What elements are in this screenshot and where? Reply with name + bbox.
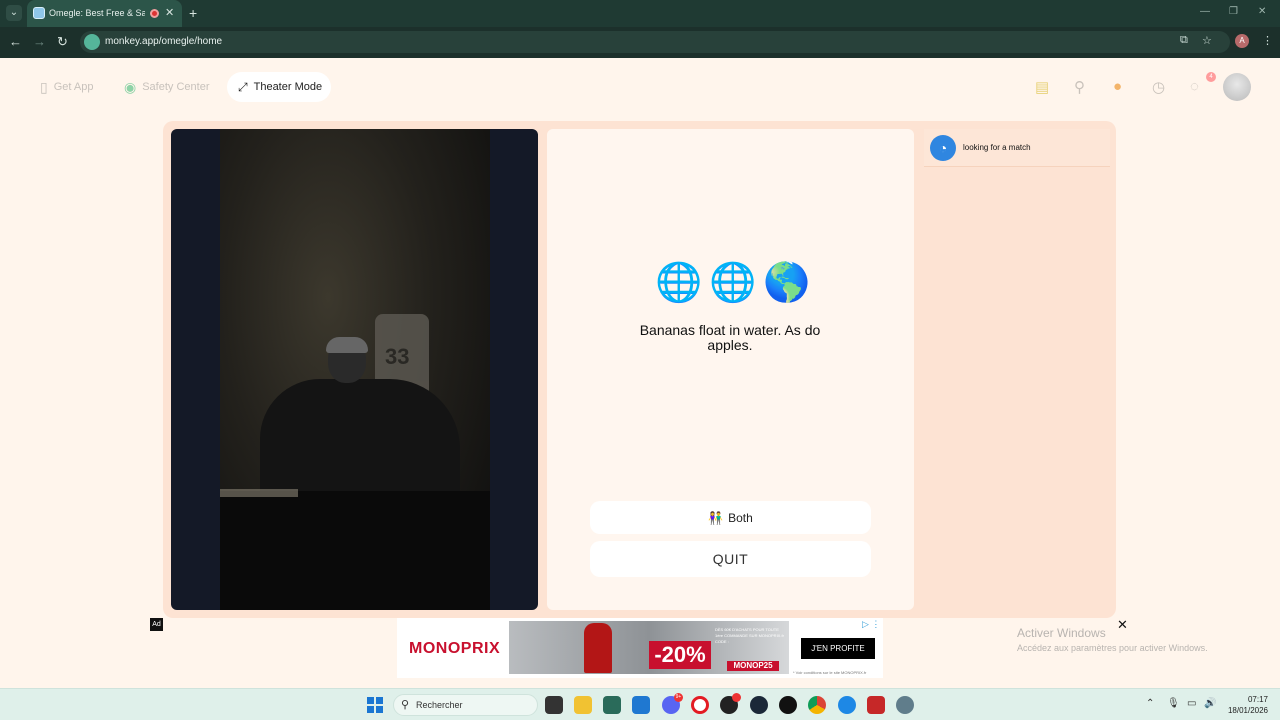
camera-image: 33	[220, 129, 490, 610]
theater-mode-button[interactable]: ⤢ Theater Mode	[227, 72, 331, 102]
browser-menu-icon[interactable]: ⋮	[1262, 34, 1273, 47]
volume-icon[interactable]: 🔊	[1204, 698, 1216, 709]
outlook-icon[interactable]	[632, 696, 650, 714]
ad-image: -20% DÈS 60€ D'ACHATS POUR TOUTE 1ère CO…	[509, 621, 789, 674]
steam-icon[interactable]	[750, 696, 768, 714]
tab-title: Omegle: Best Free & Safe V	[49, 8, 145, 18]
ad-model-figure	[584, 623, 612, 673]
ad-promo-code: MONOP25	[727, 661, 779, 671]
chrome-icon[interactable]	[808, 696, 826, 714]
local-video-feed: 33	[171, 129, 538, 610]
reload-icon[interactable]: ↻	[57, 34, 68, 50]
couple-icon: 👫	[708, 510, 724, 525]
profile-avatar[interactable]: A	[1235, 34, 1249, 48]
tray-overflow-icon[interactable]: ⌃	[1146, 698, 1154, 709]
media-player-icon[interactable]	[867, 696, 885, 714]
site-info-icon[interactable]	[84, 34, 100, 50]
get-app-label: Get App	[53, 81, 94, 93]
site-favicon-icon	[33, 7, 45, 19]
desk	[220, 491, 490, 610]
settings-icon[interactable]	[896, 696, 914, 714]
adchoices-icon[interactable]: ▷ ⋮	[862, 619, 880, 630]
ad-fine-print: DÈS 60€ D'ACHATS POUR TOUTE 1ère COMMAND…	[715, 627, 784, 644]
taskbar-search-placeholder: Rechercher	[416, 700, 463, 710]
new-tab-icon[interactable]: +	[189, 5, 197, 21]
history-icon[interactable]: ◷	[1152, 78, 1165, 96]
ad-banner[interactable]: MONOPRIX -20% DÈS 60€ D'ACHATS POUR TOUT…	[397, 618, 883, 678]
ad-brand-logo: MONOPRIX	[409, 640, 501, 657]
microphone-icon[interactable]: 🎙	[1167, 698, 1180, 709]
recording-indicator-icon	[150, 9, 159, 18]
theater-mode-label: Theater Mode	[253, 81, 323, 93]
app-badge	[732, 693, 741, 702]
opera-icon[interactable]	[691, 696, 709, 714]
taskbar-clock[interactable]: 07:17 18/01/2026	[1226, 694, 1268, 716]
search-icon: ⚲	[401, 699, 410, 711]
chatgpt-icon[interactable]	[779, 696, 797, 714]
globe-americas-icon: 🌎	[763, 262, 811, 304]
person-cap	[326, 337, 368, 353]
ad-cta-button[interactable]: J'EN PROFITE	[801, 638, 875, 659]
search-match-icon: ◔	[930, 135, 956, 161]
matching-panel: 🌐 🌐 🌎 Bananas float in water. As do appl…	[547, 129, 914, 610]
minimize-icon[interactable]: —	[1200, 6, 1210, 17]
browser-tab-bar: ⌄ Omegle: Best Free & Safe V ✕ + — ❐ ✕	[0, 0, 1280, 27]
windows-taskbar: ⚲ Rechercher 9+ ⌃ 🎙 ▭ 🔊 07:17 18/01/2026	[0, 688, 1280, 720]
clock-date: 18/01/2026	[1227, 706, 1268, 715]
activation-title: Activer Windows	[1017, 626, 1106, 640]
coins-icon[interactable]: ●	[1113, 78, 1122, 95]
safety-center-link[interactable]: ◉ Safety Center	[124, 72, 209, 102]
ad-legal-text: * Voir conditions sur le site MONOPRIX.f…	[793, 670, 867, 675]
ad-label: Ad	[150, 618, 163, 631]
tab-close-icon[interactable]: ✕	[165, 6, 174, 19]
user-avatar[interactable]	[1223, 73, 1251, 101]
get-app-link[interactable]: ▯ Get App	[40, 72, 93, 102]
quit-button[interactable]: QUIT	[590, 541, 871, 577]
gender-filter-label: Both	[728, 510, 753, 525]
free-ticket-icon[interactable]: ▤	[1035, 78, 1049, 96]
search-icon[interactable]: ⚲	[1074, 78, 1085, 96]
translate-icon[interactable]: ⧉	[1180, 34, 1188, 47]
globe-meridians-icon: 🌐	[655, 262, 703, 304]
task-view-icon[interactable]	[545, 696, 563, 714]
activation-subtitle: Accédez aux paramètres pour activer Wind…	[1017, 643, 1208, 653]
windows-activation-watermark: Activer Windows Accédez aux paramètres p…	[1017, 626, 1208, 653]
tab-search-dropdown-icon[interactable]: ⌄	[6, 5, 22, 21]
messages-icon[interactable]: ◌	[1190, 78, 1199, 95]
file-explorer-icon[interactable]	[574, 696, 592, 714]
window-close-icon[interactable]: ✕	[1258, 6, 1266, 17]
phone-icon: ▯	[40, 78, 48, 95]
store-icon[interactable]	[603, 696, 621, 714]
browser-app-icon[interactable]	[838, 696, 856, 714]
notification-badge: 4	[1206, 72, 1216, 82]
match-status-text: looking for a match	[963, 143, 1031, 152]
browser-toolbar: ← → ↻ monkey.app/omegle/home ⧉ ☆ A ⋮	[0, 27, 1280, 58]
bookmark-star-icon[interactable]: ☆	[1202, 34, 1212, 47]
clock-time: 07:17	[1247, 695, 1268, 704]
globe-meridians-icon: 🌐	[709, 262, 757, 304]
address-bar[interactable]: monkey.app/omegle/home	[80, 31, 1230, 53]
safety-center-label: Safety Center	[142, 81, 210, 93]
browser-tab[interactable]: Omegle: Best Free & Safe V ✕	[27, 0, 182, 27]
taskbar-search[interactable]: ⚲ Rechercher	[393, 694, 538, 716]
ad-discount: -20%	[649, 641, 711, 669]
restore-icon[interactable]: ❐	[1229, 6, 1238, 17]
desk-highlight	[220, 489, 298, 497]
shield-icon: ◉	[124, 78, 137, 95]
gender-filter-button[interactable]: 👫 Both	[590, 501, 871, 534]
network-icon[interactable]: ▭	[1187, 698, 1196, 709]
loading-globes: 🌐 🌐 🌎	[655, 261, 811, 309]
start-icon[interactable]	[367, 697, 383, 713]
jersey-number: 33	[385, 344, 410, 369]
fun-fact-text: Bananas float in water. As do apples.	[639, 322, 821, 353]
match-status-row: ◔ looking for a match	[924, 129, 1110, 167]
back-icon[interactable]: ←	[9, 34, 22, 49]
url-text[interactable]: monkey.app/omegle/home	[105, 36, 222, 47]
discord-badge: 9+	[674, 693, 683, 702]
forward-icon[interactable]: →	[33, 34, 46, 49]
expand-icon: ⤢	[238, 79, 248, 94]
